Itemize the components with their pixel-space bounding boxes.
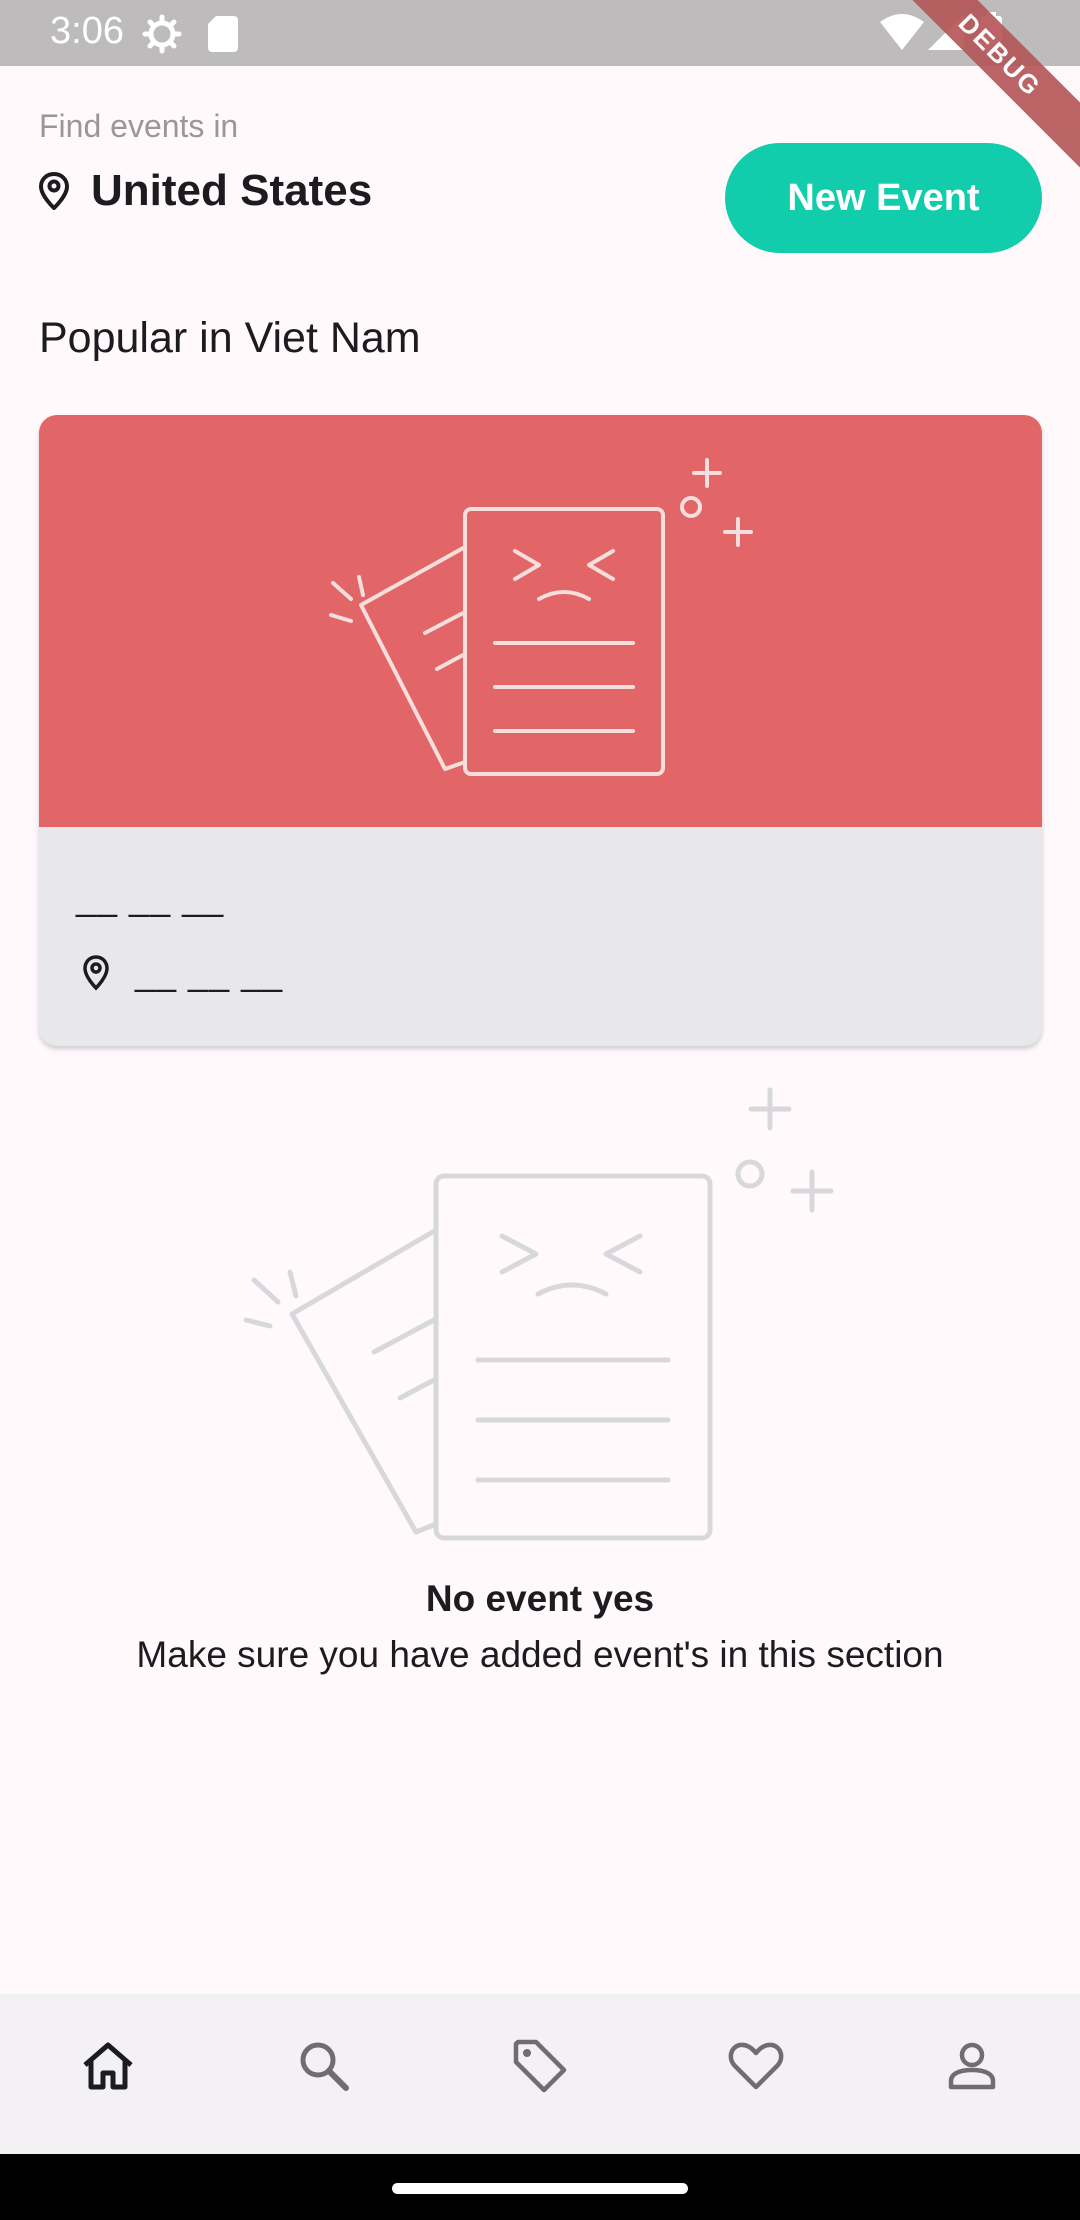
settings-gear-icon [142,14,182,54]
empty-document-illustration-icon [329,458,753,776]
nav-item-search[interactable] [216,1994,432,2138]
status-bar: 3:06 [0,0,1080,66]
event-place-row: __ __ __ [83,952,283,994]
nav-item-favorites[interactable] [648,1994,864,2138]
find-events-label: Find events in [39,108,239,144]
location-pin-icon [83,955,109,991]
nav-item-home[interactable] [0,1994,216,2138]
nav-item-profile[interactable] [864,1994,1080,2138]
empty-state-title: No event yes [425,1578,655,1619]
status-time: 3:06 [50,10,124,52]
location-pin-icon [39,172,69,210]
nav-item-tags[interactable] [432,1994,648,2138]
event-date-placeholder: __ __ __ [76,877,225,918]
new-event-button[interactable]: New Event [725,143,1042,253]
event-card-banner [39,415,1042,827]
heart-icon [728,2042,784,2090]
event-card[interactable]: __ __ __ __ __ __ [39,415,1042,1046]
gesture-handle[interactable] [392,2183,688,2194]
bottom-navigation [0,1994,1080,2154]
home-icon [83,2042,133,2090]
no-events-illustration-icon [243,1087,834,1541]
search-icon [300,2042,349,2091]
tag-icon [513,2039,567,2093]
profile-icon [948,2042,996,2090]
event-place-placeholder: __ __ __ [135,952,284,993]
popular-section-title: Popular in Viet Nam [39,314,421,362]
empty-state-description: Make sure you have added event's in this… [136,1634,944,1675]
location-selector[interactable]: United States [39,166,372,216]
location-name: United States [91,166,373,215]
wifi-icon [880,14,924,50]
sd-card-icon [208,16,238,52]
